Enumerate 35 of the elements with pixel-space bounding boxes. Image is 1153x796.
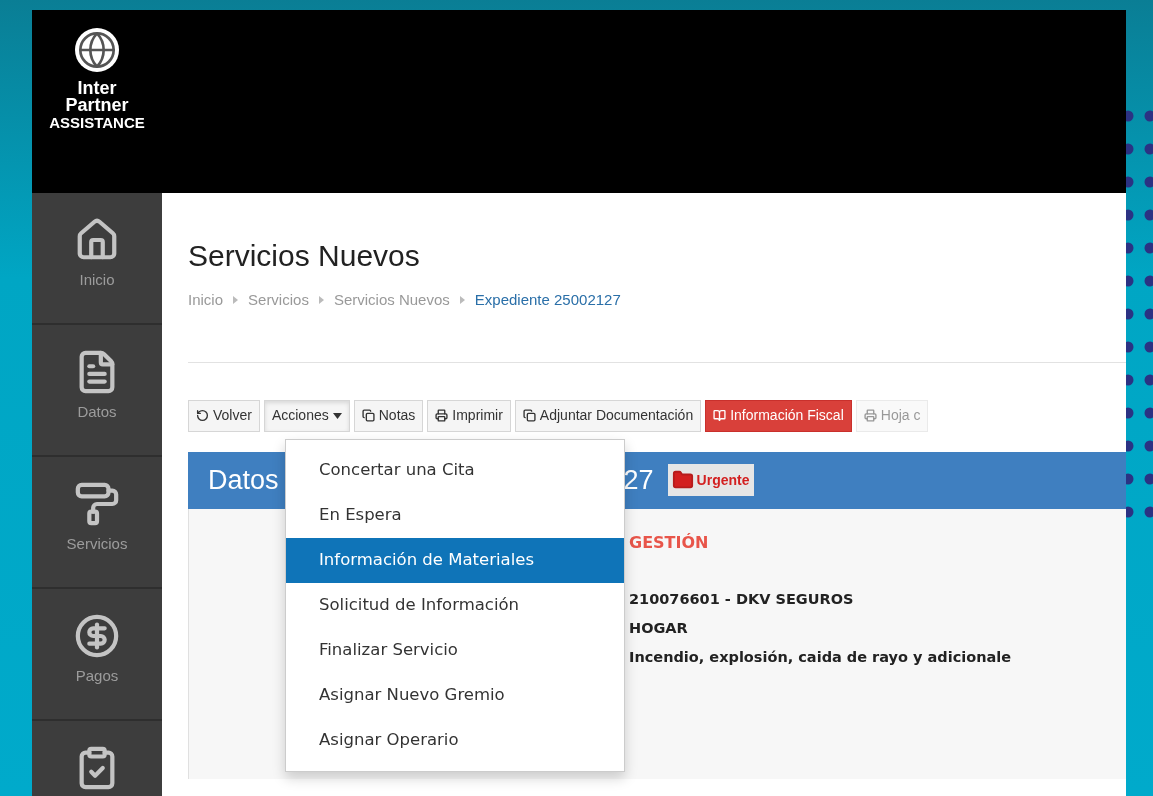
globe-logo-icon	[75, 28, 119, 72]
logo-text: Inter	[77, 80, 117, 97]
toolbar-button[interactable]: Imprimir	[427, 399, 511, 432]
folder-icon	[671, 469, 694, 491]
dropdown-menu-item[interactable]: Asignar Nuevo Gremio	[286, 672, 624, 718]
actions-dropdown-button[interactable]: Acciones	[263, 399, 350, 432]
dropdown-menu-item[interactable]: Asignar Operario	[286, 717, 624, 763]
breadcrumb-link[interactable]: Expediente 25002127	[474, 289, 621, 312]
caret-icon	[332, 412, 342, 419]
paint-roller-icon	[74, 481, 120, 527]
page-title: Servicios Nuevos	[188, 238, 420, 274]
toolbar-button[interactable]: Información Fiscal	[705, 399, 852, 432]
undo-icon	[196, 409, 209, 422]
urgent-badge: Urgente	[667, 464, 754, 496]
sidebar-item[interactable]: Pagos	[32, 589, 162, 719]
copy-icon	[522, 409, 536, 422]
sidebar-item[interactable]: Datos	[32, 325, 162, 455]
toolbar-button[interactable]: Adjuntar Documentación	[514, 399, 702, 432]
printer-icon	[435, 409, 449, 422]
chevron-icon	[318, 296, 324, 305]
logo-text: ASSISTANCE	[49, 114, 145, 131]
dollar-icon	[74, 613, 120, 659]
dropdown-menu-item[interactable]: Información de Materiales	[286, 537, 624, 583]
chevron-icon	[233, 296, 239, 305]
dropdown-menu-item[interactable]: Solicitud de Información	[286, 582, 624, 628]
copy-icon	[361, 409, 375, 422]
logo-text: Partner	[65, 97, 129, 114]
dropdown-menu-item[interactable]: Finalizar Servicio	[286, 627, 624, 673]
sidebar-item[interactable]: Servicios	[32, 457, 162, 587]
book-icon	[713, 409, 727, 422]
toolbar-button[interactable]: Volver	[188, 399, 260, 432]
chevron-icon	[459, 296, 465, 305]
printer-icon	[863, 409, 877, 422]
toolbar-button[interactable]: Notas	[353, 399, 424, 432]
sidebar-item[interactable]: Inicio	[32, 193, 162, 323]
